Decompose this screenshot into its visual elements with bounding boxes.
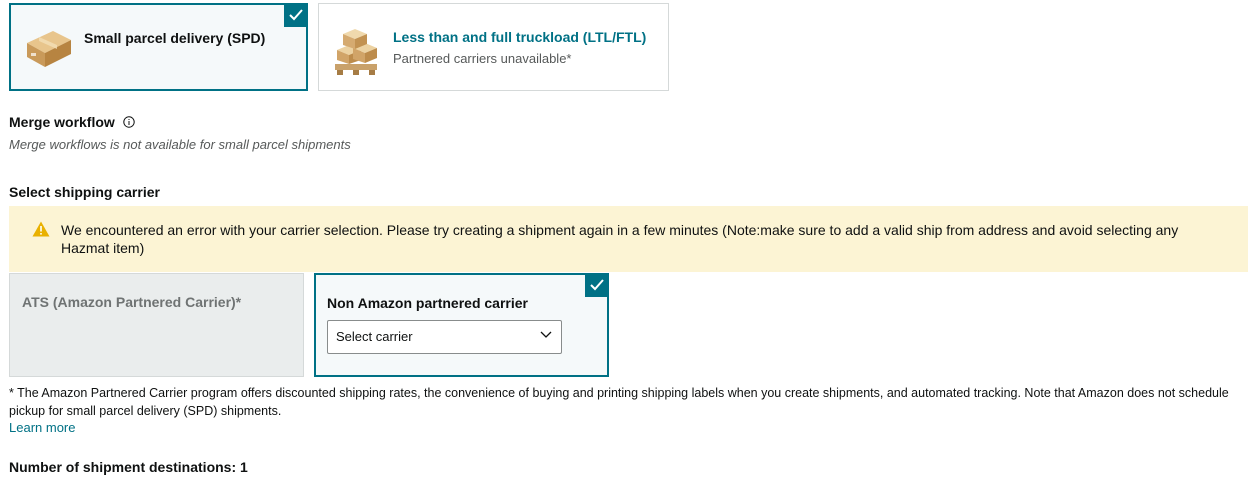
warning-icon — [32, 221, 50, 237]
shipment-destinations-count: Number of shipment destinations: 1 — [9, 459, 248, 475]
non-amazon-carrier-card[interactable]: Non Amazon partnered carrier Select carr… — [314, 273, 609, 377]
alert-message: We encountered an error with your carrie… — [61, 222, 1179, 256]
parcel-box-icon — [27, 31, 71, 67]
chevron-down-icon — [540, 331, 552, 338]
ltl-subtitle: Partnered carriers unavailable* — [393, 51, 572, 66]
ats-carrier-card: ATS (Amazon Partnered Carrier)* — [9, 273, 304, 377]
info-icon[interactable] — [122, 116, 135, 128]
carrier-select-value: Select carrier — [336, 329, 413, 344]
selected-check-icon — [284, 3, 308, 27]
merge-workflow-label: Merge workflow — [9, 114, 135, 130]
spd-option-card[interactable]: Small parcel delivery (SPD) — [9, 3, 308, 91]
pallet-boxes-icon — [335, 29, 377, 75]
carrier-select[interactable]: Select carrier — [327, 320, 562, 354]
merge-workflow-note: Merge workflows is not available for sma… — [9, 137, 351, 152]
ats-carrier-title: ATS (Amazon Partnered Carrier)* — [22, 294, 242, 310]
ltl-title: Less than and full truckload (LTL/FTL) — [393, 29, 647, 45]
merge-workflow-text: Merge workflow — [9, 114, 115, 130]
partnered-carrier-footnote: * The Amazon Partnered Carrier program o… — [9, 386, 1229, 418]
ltl-option-card[interactable]: Less than and full truckload (LTL/FTL) P… — [318, 3, 669, 91]
non-amazon-carrier-title: Non Amazon partnered carrier — [327, 295, 528, 311]
shipping-carrier-heading: Select shipping carrier — [9, 184, 160, 200]
spd-title: Small parcel delivery (SPD) — [84, 30, 266, 46]
selected-check-icon — [585, 273, 609, 297]
learn-more-link[interactable]: Learn more — [9, 420, 75, 435]
carrier-error-alert: We encountered an error with your carrie… — [9, 206, 1248, 272]
